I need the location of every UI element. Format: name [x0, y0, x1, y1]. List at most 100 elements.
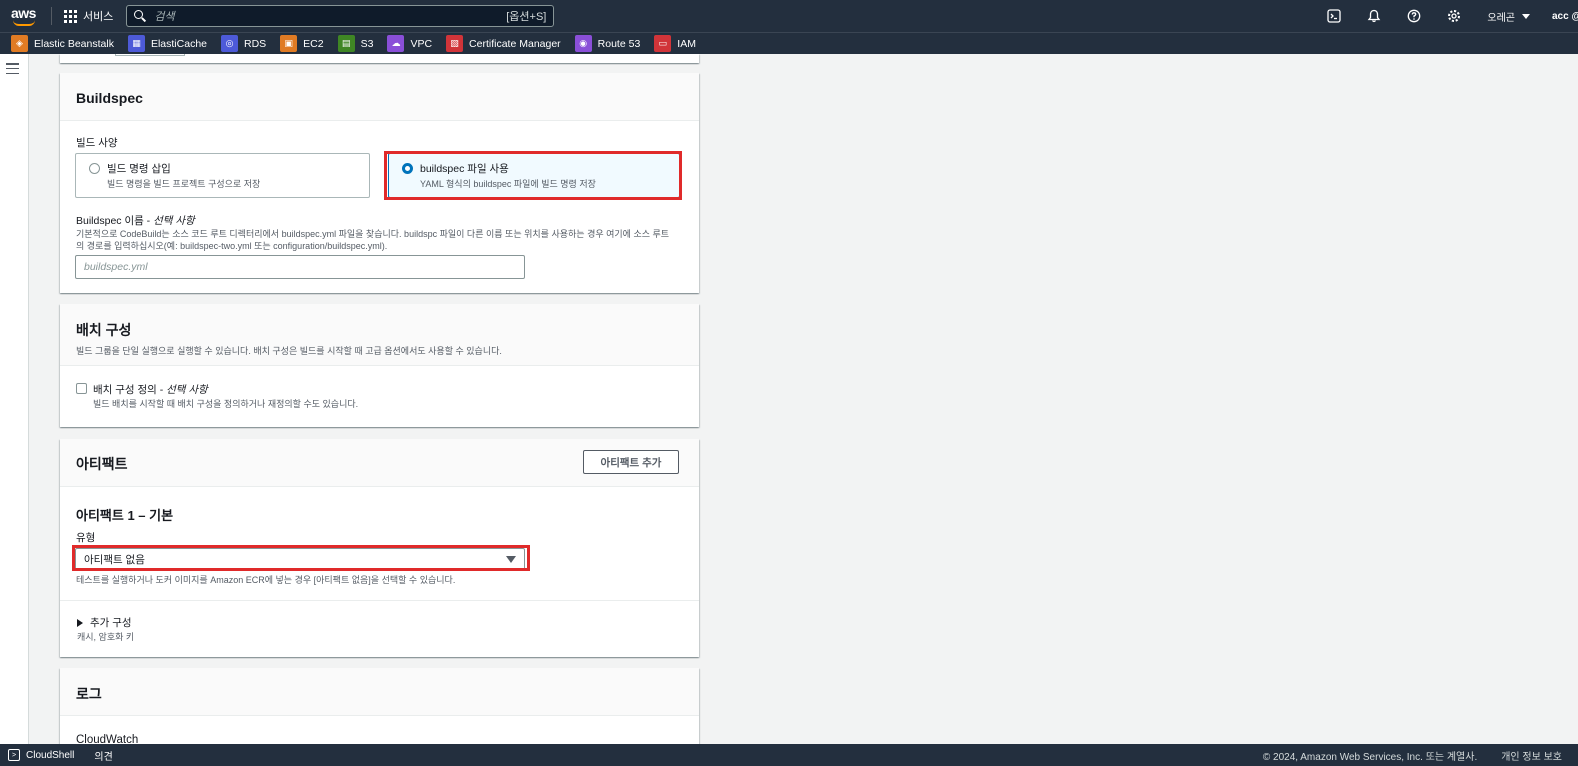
terminal-icon: [1327, 9, 1341, 23]
define-batch-config-label[interactable]: 배치 구성 정의 - 선택 사항: [93, 382, 208, 397]
favorite-label: Certificate Manager: [469, 37, 561, 50]
caret-down-icon: [1522, 13, 1530, 19]
insert-commands-radio[interactable]: [89, 163, 100, 174]
additional-config-desc: 캐시, 암호화 키: [77, 632, 135, 642]
search-icon: [134, 10, 146, 22]
define-batch-config-optional: 선택 사항: [166, 384, 208, 396]
insert-commands-desc: 빌드 명령을 빌드 프로젝트 구성으로 저장: [107, 179, 261, 189]
favorite-label: IAM: [677, 37, 696, 50]
buildspec-header: Buildspec: [60, 73, 699, 121]
copyright-text: © 2024, Amazon Web Services, Inc. 또는 계열사…: [1262, 751, 1478, 763]
buildspec-title: Buildspec: [76, 90, 143, 106]
buildspec-name-text: Buildspec 이름 -: [76, 215, 154, 227]
favorite-s3[interactable]: ▤ S3: [337, 35, 374, 52]
favorite-vpc[interactable]: ☁ VPC: [387, 35, 432, 52]
favorite-label: ElastiCache: [150, 37, 207, 50]
caret-down-icon: [506, 555, 516, 563]
s3-icon: ▤: [337, 35, 355, 52]
cloudshell-link[interactable]: CloudShell: [26, 750, 74, 761]
help-icon: [1407, 9, 1421, 23]
side-navigation-rail: [0, 54, 29, 744]
aws-logo[interactable]: aws: [11, 5, 37, 27]
buildspec-name-label: Buildspec 이름 - 선택 사항: [76, 213, 195, 228]
batch-config-title: 배치 구성: [76, 322, 132, 338]
iam-icon: ▭: [654, 35, 672, 52]
settings-button[interactable]: [1433, 0, 1473, 32]
favorite-iam[interactable]: ▭ IAM: [654, 35, 696, 52]
additional-config-label: 추가 구성: [90, 617, 132, 629]
buildspec-section: Buildspec 빌드 사양 빌드 명령 삽입 빌드 명령을 빌드 프로젝트 …: [60, 73, 699, 293]
batch-config-header: 배치 구성 빌드 그룹을 단일 실행으로 실행할 수 있습니다. 배치 구성은 …: [60, 304, 699, 366]
footer: > CloudShell 의견 © 2024, Amazon Web Servi…: [0, 744, 1578, 766]
favorite-label: RDS: [244, 37, 267, 50]
vpc-icon: ☁: [387, 35, 405, 52]
privacy-link[interactable]: 개인 정보 보호: [1501, 748, 1562, 763]
rds-icon: ◎: [221, 35, 238, 52]
favorite-label: Elastic Beanstalk: [34, 37, 114, 50]
favorite-label: EC2: [303, 37, 324, 50]
insert-commands-label: 빌드 명령 삽입: [107, 163, 171, 175]
batch-config-desc: 빌드 그룹을 단일 실행으로 실행할 수 있습니다. 배치 구성은 빌드를 시작…: [76, 346, 502, 356]
search-input[interactable]: 검색 [옵션+S]: [126, 5, 555, 27]
buildspec-file-label: buildspec 파일 사용: [420, 163, 509, 175]
add-artifact-button[interactable]: 아티팩트 추가: [583, 450, 679, 474]
artifact-1-title: 아티팩트 1 – 기본: [76, 508, 174, 523]
elasticache-icon: ▦: [127, 35, 145, 52]
menu-icon[interactable]: [6, 63, 19, 74]
favorite-ec2[interactable]: ▣ EC2: [280, 35, 324, 52]
search-shortcut: [옵션+S]: [506, 11, 547, 23]
define-batch-config-text: 배치 구성 정의 -: [93, 384, 167, 396]
favorite-certificate-manager[interactable]: ▧ Certificate Manager: [446, 35, 561, 52]
additional-config-toggle[interactable]: 추가 구성: [77, 615, 132, 630]
favorite-label: VPC: [410, 37, 433, 50]
define-batch-config-desc: 빌드 배치를 시작할 때 배치 구성을 정의하거나 재정의할 수도 있습니다.: [93, 399, 359, 409]
previous-section: [60, 54, 699, 63]
previous-field-edge: [115, 54, 185, 56]
account-menu[interactable]: acc @: [1552, 11, 1578, 22]
artifacts-divider: [60, 600, 699, 601]
region-selector[interactable]: 오레곤: [1487, 9, 1530, 24]
grid-icon: [64, 9, 77, 23]
use-buildspec-file-option[interactable]: buildspec 파일 사용 YAML 형식의 buildspec 파일에 빌…: [388, 153, 680, 198]
favorite-label: Route 53: [597, 37, 641, 50]
services-menu-button[interactable]: 서비스: [64, 8, 113, 24]
bell-icon: [1367, 9, 1381, 23]
search-placeholder: 검색: [154, 11, 175, 23]
cloudshell-icon: >: [8, 749, 20, 761]
define-batch-config-checkbox[interactable]: [76, 383, 87, 394]
favorite-route-53[interactable]: ◉ Route 53: [574, 35, 641, 52]
favorite-elastic-beanstalk[interactable]: ◈ Elastic Beanstalk: [11, 35, 114, 52]
buildspec-name-placeholder: buildspec.yml: [84, 261, 148, 273]
buildspec-file-desc: YAML 형식의 buildspec 파일에 빌드 명령 저장: [420, 179, 596, 189]
build-spec-label: 빌드 사양: [76, 137, 118, 149]
route53-icon: ◉: [574, 35, 592, 52]
top-navigation: aws 서비스 검색 [옵션+S] 오레곤 acc @: [0, 0, 1578, 32]
logs-title: 로그: [76, 686, 102, 702]
buildspec-name-desc-2: 의 경로를 입력하십시오(예: buildspec-two.yml 또는 con…: [76, 241, 388, 251]
artifact-type-label: 유형: [76, 532, 96, 544]
logs-section: 로그 CloudWatch: [60, 668, 699, 748]
gear-icon: [1447, 10, 1460, 22]
artifact-type-select[interactable]: 아티팩트 없음: [75, 548, 525, 570]
beanstalk-icon: ◈: [11, 35, 28, 52]
insert-build-commands-option[interactable]: 빌드 명령 삽입 빌드 명령을 빌드 프로젝트 구성으로 저장: [75, 153, 370, 198]
favorite-elasticache[interactable]: ▦ ElastiCache: [127, 35, 207, 52]
favorite-rds[interactable]: ◎ RDS: [221, 35, 266, 52]
services-label: 서비스: [83, 11, 114, 23]
logs-header: 로그: [60, 668, 699, 716]
buildspec-name-optional: 선택 사항: [153, 215, 195, 227]
favorite-label: S3: [360, 37, 374, 50]
caret-right-icon: [77, 618, 83, 627]
cloudshell-nav-button[interactable]: [1313, 0, 1353, 32]
batch-config-section: 배치 구성 빌드 그룹을 단일 실행으로 실행할 수 있습니다. 배치 구성은 …: [60, 304, 699, 427]
certificate-icon: ▧: [446, 35, 464, 52]
artifact-type-hint: 테스트를 실행하거나 도커 이미지를 Amazon ECR에 넣는 경우 [아티…: [76, 575, 456, 585]
notifications-button[interactable]: [1353, 0, 1393, 32]
buildspec-name-input[interactable]: buildspec.yml: [75, 255, 525, 279]
buildspec-file-radio[interactable]: [402, 163, 413, 174]
help-button[interactable]: [1393, 0, 1433, 32]
feedback-link[interactable]: 의견: [94, 748, 112, 763]
region-label: 오레곤: [1487, 12, 1515, 24]
favorites-bar: ◈ Elastic Beanstalk ▦ ElastiCache ◎ RDS ▣ EC2 ▤ S…: [0, 32, 1578, 54]
nav-divider: [51, 7, 52, 25]
